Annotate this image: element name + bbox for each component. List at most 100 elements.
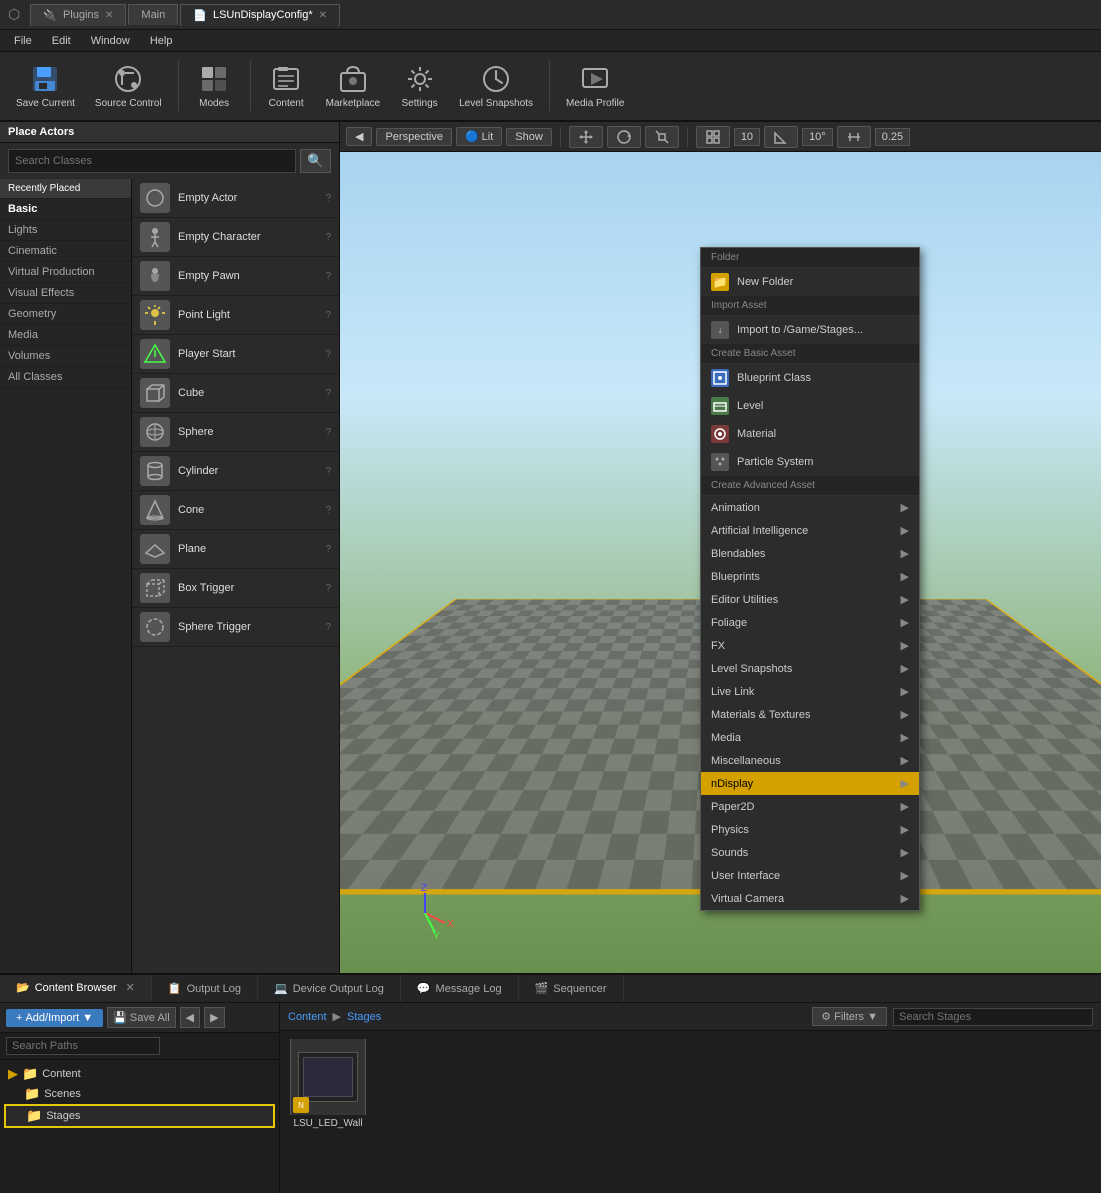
cm-level[interactable]: Level [701,392,919,420]
perspective-button[interactable]: Perspective [376,128,451,146]
grid-snap-button[interactable] [696,126,730,148]
tab-sequencer[interactable]: 🎬 Sequencer [519,975,624,1002]
point-light-help[interactable]: ? [325,310,331,321]
actor-item[interactable]: Point Light ? [132,296,339,335]
category-media[interactable]: Media [0,325,131,346]
content-button[interactable]: Content [259,59,314,113]
actor-item[interactable]: Player Start ? [132,335,339,374]
cylinder-help[interactable]: ? [325,466,331,477]
actor-item[interactable]: Cylinder ? [132,452,339,491]
category-cinematic[interactable]: Cinematic [0,241,131,262]
cm-fx[interactable]: FX▶ [701,634,919,657]
cm-foliage[interactable]: Foliage▶ [701,611,919,634]
actor-item[interactable]: Box Trigger ? [132,569,339,608]
tab-main[interactable]: Main [128,4,178,25]
category-volumes[interactable]: Volumes [0,346,131,367]
cm-ndisplay[interactable]: nDisplay▶ [701,772,919,795]
folder-content-root[interactable]: ▶ 📁 Content [4,1064,275,1084]
cm-blendables[interactable]: Blendables▶ [701,542,919,565]
search-button[interactable]: 🔍 [300,149,331,173]
cm-artificial-intelligence[interactable]: Artificial Intelligence▶ [701,519,919,542]
actor-item[interactable]: Empty Actor ? [132,179,339,218]
actor-item[interactable]: Cone ? [132,491,339,530]
sphere-trigger-help[interactable]: ? [325,622,331,633]
add-import-button[interactable]: + Add/Import ▼ [6,1009,103,1027]
translate-tool[interactable] [569,126,603,148]
folder-scenes[interactable]: 📁 Scenes [4,1084,275,1104]
actor-item[interactable]: Plane ? [132,530,339,569]
tab-lsundisplay[interactable]: 📄 LSUnDisplayConfig* ✕ [180,4,340,26]
asset-lsu-led-wall[interactable]: N LSU_LED_Wall [288,1039,368,1185]
path-root[interactable]: Content [288,1011,327,1023]
empty-pawn-help[interactable]: ? [325,271,331,282]
tab-lsundisplay-close[interactable]: ✕ [319,10,327,21]
cm-media[interactable]: Media▶ [701,726,919,749]
cm-live-link[interactable]: Live Link▶ [701,680,919,703]
empty-character-help[interactable]: ? [325,232,331,243]
cm-miscellaneous[interactable]: Miscellaneous▶ [701,749,919,772]
actor-item[interactable]: Empty Pawn ? [132,257,339,296]
cm-blueprints[interactable]: Blueprints▶ [701,565,919,588]
filters-button[interactable]: ⚙ Filters ▼ [812,1007,887,1026]
folder-stages[interactable]: 📁 Stages [4,1104,275,1128]
cm-particle-system[interactable]: Particle System [701,448,919,476]
cm-editor-utilities[interactable]: Editor Utilities▶ [701,588,919,611]
media-profile-button[interactable]: Media Profile [558,59,632,113]
scale-tool[interactable] [645,126,679,148]
cm-paper2d[interactable]: Paper2D▶ [701,795,919,818]
plane-help[interactable]: ? [325,544,331,555]
actor-item[interactable]: Empty Character ? [132,218,339,257]
save-current-button[interactable]: Save Current [8,59,83,113]
empty-actor-help[interactable]: ? [325,193,331,204]
category-virtual-production[interactable]: Virtual Production [0,262,131,283]
category-basic[interactable]: Basic [0,199,131,220]
cube-help[interactable]: ? [325,388,331,399]
search-classes-input[interactable] [8,149,296,173]
cm-new-folder[interactable]: 📁 New Folder [701,268,919,296]
viewport-3d[interactable]: X Y Z Folder 📁 New Folder Import Asset ↓… [340,152,1101,973]
search-stages-input[interactable] [893,1008,1093,1026]
menu-file[interactable]: File [4,33,42,49]
rotate-tool[interactable] [607,126,641,148]
player-start-help[interactable]: ? [325,349,331,360]
menu-window[interactable]: Window [81,33,140,49]
tab-device-output-log[interactable]: 💻 Device Output Log [258,975,401,1002]
category-geometry[interactable]: Geometry [0,304,131,325]
category-visual-effects[interactable]: Visual Effects [0,283,131,304]
cm-animation[interactable]: Animation▶ [701,496,919,519]
cone-help[interactable]: ? [325,505,331,516]
path-child[interactable]: Stages [347,1011,381,1023]
tab-output-log[interactable]: 📋 Output Log [152,975,258,1002]
cm-material[interactable]: Material [701,420,919,448]
browser-nav-forward[interactable]: ▶ [204,1007,224,1028]
tab-plugins-close[interactable]: ✕ [105,10,113,21]
search-paths-input[interactable] [6,1037,160,1055]
source-control-button[interactable]: Source Control [87,59,170,113]
content-browser-close[interactable]: ✕ [126,981,135,994]
cm-import-game[interactable]: ↓ Import to /Game/Stages... [701,316,919,344]
category-recently-placed[interactable]: Recently Placed [0,179,131,199]
cm-physics[interactable]: Physics▶ [701,818,919,841]
angle-value[interactable]: 10° [802,128,833,146]
settings-button[interactable]: Settings [392,59,447,113]
cm-level-snapshots-adv[interactable]: Level Snapshots▶ [701,657,919,680]
cm-blueprint-class[interactable]: Blueprint Class [701,364,919,392]
grid-value[interactable]: 10 [734,128,760,146]
angle-snap-button[interactable] [764,126,798,148]
category-lights[interactable]: Lights [0,220,131,241]
box-trigger-help[interactable]: ? [325,583,331,594]
scale-snap-button[interactable] [837,126,871,148]
save-all-button[interactable]: 💾 Save All [107,1007,176,1028]
cm-materials-textures[interactable]: Materials & Textures▶ [701,703,919,726]
cm-user-interface[interactable]: User Interface▶ [701,864,919,887]
level-snapshots-button[interactable]: Level Snapshots [451,59,541,113]
sphere-help[interactable]: ? [325,427,331,438]
cm-virtual-camera[interactable]: Virtual Camera▶ [701,887,919,910]
actor-item[interactable]: Sphere Trigger ? [132,608,339,647]
tab-content-browser[interactable]: 📂 Content Browser ✕ [0,975,152,1002]
menu-help[interactable]: Help [140,33,183,49]
browser-nav-back[interactable]: ◀ [180,1007,200,1028]
scale-value[interactable]: 0.25 [875,128,910,146]
show-button[interactable]: Show [506,128,552,146]
modes-button[interactable]: Modes [187,59,242,113]
